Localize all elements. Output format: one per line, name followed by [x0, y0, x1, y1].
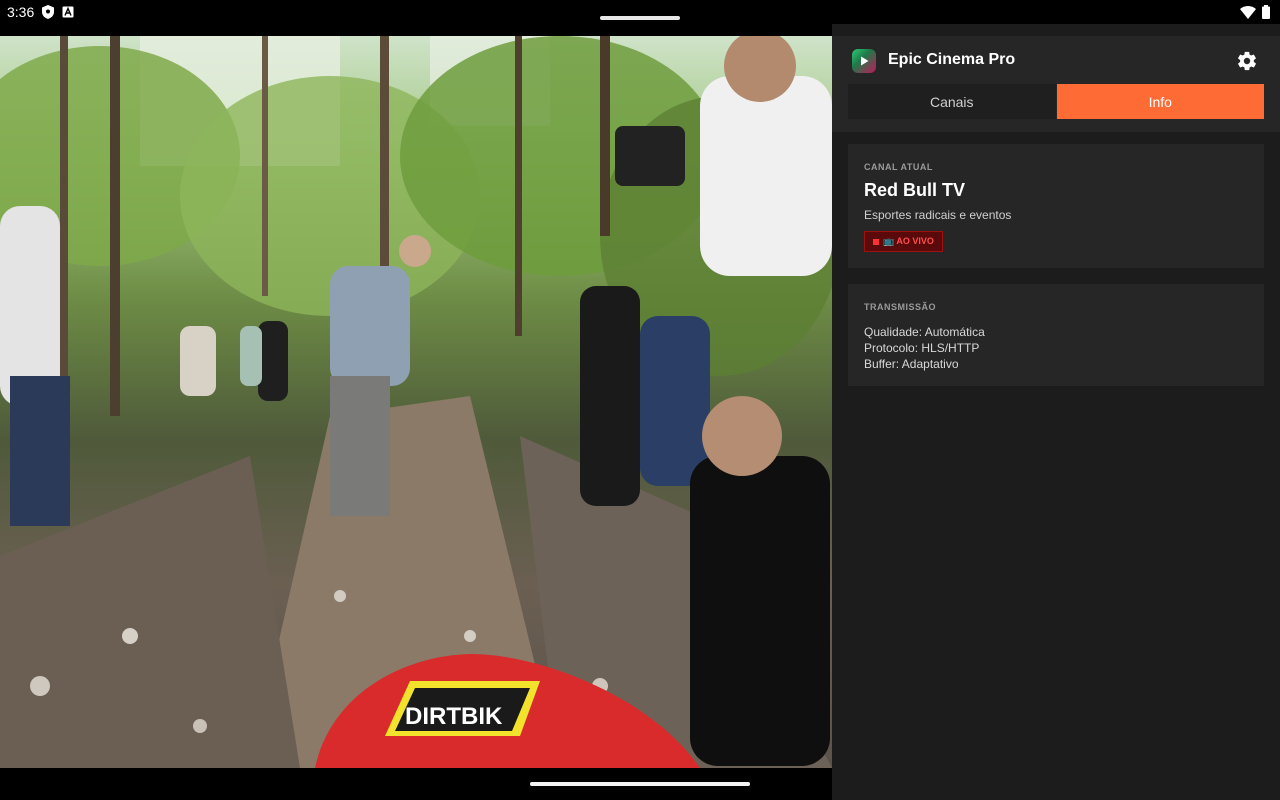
protocol-info: Protocolo: HLS/HTTP [864, 341, 980, 355]
screen: 3:36 DIRTBIK Epic Cinema Pro Canais Info… [0, 0, 1280, 800]
transmission-label: TRANSMISSÃO [864, 302, 937, 312]
app-logo-icon [852, 49, 876, 73]
tab-bar: Canais Info [848, 84, 1264, 119]
shield-icon [42, 5, 55, 19]
window-drag-handle[interactable] [600, 16, 680, 20]
video-player[interactable]: DIRTBIK [0, 36, 832, 768]
status-time: 3:36 [7, 4, 35, 20]
current-channel-card: CANAL ATUAL Red Bull TV Esportes radicai… [848, 144, 1264, 268]
buffer-info: Buffer: Adaptativo [864, 357, 959, 371]
status-bar: 3:36 [0, 0, 1280, 24]
channel-name: Red Bull TV [864, 180, 966, 200]
tab-canais[interactable]: Canais [848, 84, 1056, 119]
side-panel: Epic Cinema Pro Canais Info CANAL ATUAL … [832, 24, 1280, 800]
current-channel-label: CANAL ATUAL [864, 162, 933, 172]
quality-info: Qualidade: Automática [864, 325, 985, 339]
wifi-icon [1240, 5, 1256, 19]
notification-a-icon [62, 6, 74, 18]
tab-info[interactable]: Info [1056, 84, 1264, 119]
gear-icon [1238, 51, 1256, 71]
fender-text: DIRTBIK [405, 703, 503, 730]
transmission-card: TRANSMISSÃO Qualidade: Automática Protoc… [848, 284, 1264, 386]
app-title: Epic Cinema Pro [888, 51, 1016, 68]
live-dot-icon [873, 238, 879, 245]
panel-header: Epic Cinema Pro Canais Info [832, 36, 1280, 132]
live-badge-text: 📺 AO VIVO [883, 236, 934, 246]
status-right [1240, 5, 1270, 19]
live-badge: 📺 AO VIVO [864, 231, 943, 252]
navigation-handle[interactable] [530, 782, 750, 786]
status-left: 3:36 [7, 0, 74, 24]
channel-description: Esportes radicais e eventos [864, 208, 1012, 222]
battery-icon [1262, 5, 1270, 19]
settings-button[interactable] [1234, 48, 1260, 74]
transmission-info: Qualidade: Automática Protocolo: HLS/HTT… [864, 324, 985, 372]
video-frame: DIRTBIK [0, 36, 832, 768]
